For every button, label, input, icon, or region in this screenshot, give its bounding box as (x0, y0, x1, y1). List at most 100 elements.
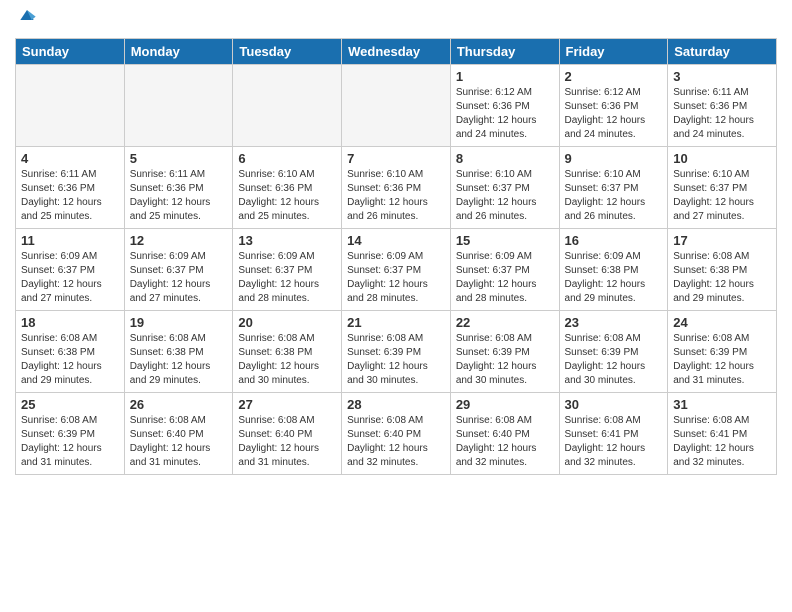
day-info: Sunrise: 6:09 AMSunset: 6:37 PMDaylight:… (456, 250, 554, 306)
day-info: Sunrise: 6:10 AMSunset: 6:37 PMDaylight:… (456, 168, 554, 224)
calendar-cell (124, 65, 233, 147)
day-number: 29 (456, 397, 554, 412)
day-number: 13 (238, 233, 336, 248)
day-number: 1 (456, 69, 554, 84)
calendar-cell: 21 Sunrise: 6:08 AMSunset: 6:39 PMDayligh… (342, 311, 451, 393)
calendar-week-row: 1 Sunrise: 6:12 AMSunset: 6:36 PMDaylight… (16, 65, 777, 147)
calendar-week-row: 4 Sunrise: 6:11 AMSunset: 6:36 PMDaylight… (16, 147, 777, 229)
calendar-weekday: Sunday (16, 39, 125, 65)
calendar-cell: 16 Sunrise: 6:09 AMSunset: 6:38 PMDayligh… (559, 229, 668, 311)
calendar-cell: 5 Sunrise: 6:11 AMSunset: 6:36 PMDaylight… (124, 147, 233, 229)
calendar-cell: 26Sunrise: 6:08 AMSunset: 6:40 PMDayligh… (124, 393, 233, 475)
day-number: 25 (21, 397, 119, 412)
day-number: 6 (238, 151, 336, 166)
calendar-cell: 20 Sunrise: 6:08 AMSunset: 6:38 PMDayligh… (233, 311, 342, 393)
calendar-week-row: 25 Sunrise: 6:08 AMSunset: 6:39 PMDayligh… (16, 393, 777, 475)
day-info: Sunrise: 6:09 AMSunset: 6:37 PMDaylight:… (21, 250, 119, 306)
calendar-cell: 15 Sunrise: 6:09 AMSunset: 6:37 PMDayligh… (450, 229, 559, 311)
day-info: Sunrise: 6:08 AMSunset: 6:40 PMDaylight:… (456, 414, 554, 470)
day-number: 12 (130, 233, 228, 248)
day-number: 18 (21, 315, 119, 330)
day-number: 15 (456, 233, 554, 248)
calendar-weekday: Thursday (450, 39, 559, 65)
calendar-cell: 3 Sunrise: 6:11 AMSunset: 6:36 PMDaylight… (668, 65, 777, 147)
calendar-cell (342, 65, 451, 147)
day-number: 4 (21, 151, 119, 166)
day-info: Sunrise: 6:11 AMSunset: 6:36 PMDaylight:… (21, 168, 119, 224)
day-number: 22 (456, 315, 554, 330)
calendar-cell: 6Sunrise: 6:10 AMSunset: 6:36 PMDaylight… (233, 147, 342, 229)
day-info: Sunrise: 6:09 AMSunset: 6:37 PMDaylight:… (130, 250, 228, 306)
calendar-cell: 25 Sunrise: 6:08 AMSunset: 6:39 PMDayligh… (16, 393, 125, 475)
day-info: Sunrise: 6:08 AMSunset: 6:39 PMDaylight:… (456, 332, 554, 388)
day-info: Sunrise: 6:11 AMSunset: 6:36 PMDaylight:… (130, 168, 228, 224)
calendar-week-row: 11 Sunrise: 6:09 AMSunset: 6:37 PMDayligh… (16, 229, 777, 311)
day-number: 30 (565, 397, 663, 412)
day-number: 10 (673, 151, 771, 166)
day-info: Sunrise: 6:08 AMSunset: 6:38 PMDaylight:… (21, 332, 119, 388)
calendar-cell: 23 Sunrise: 6:08 AMSunset: 6:39 PMDayligh… (559, 311, 668, 393)
calendar-cell: 10 Sunrise: 6:10 AMSunset: 6:37 PMDayligh… (668, 147, 777, 229)
day-number: 14 (347, 233, 445, 248)
day-info: Sunrise: 6:08 AMSunset: 6:40 PMDaylight:… (347, 414, 445, 470)
day-info: Sunrise: 6:08 AMSunset: 6:38 PMDaylight:… (130, 332, 228, 388)
calendar-cell: 8Sunrise: 6:10 AMSunset: 6:37 PMDaylight… (450, 147, 559, 229)
day-number: 5 (130, 151, 228, 166)
day-info: Sunrise: 6:08 AMSunset: 6:38 PMDaylight:… (673, 250, 771, 306)
day-info: Sunrise: 6:10 AMSunset: 6:36 PMDaylight:… (347, 168, 445, 224)
day-number: 3 (673, 69, 771, 84)
calendar-cell (16, 65, 125, 147)
calendar-weekday: Wednesday (342, 39, 451, 65)
calendar-table: SundayMondayTuesdayWednesdayThursdayFrid… (15, 38, 777, 475)
day-number: 21 (347, 315, 445, 330)
calendar-cell: 30Sunrise: 6:08 AMSunset: 6:41 PMDayligh… (559, 393, 668, 475)
day-number: 7 (347, 151, 445, 166)
day-info: Sunrise: 6:08 AMSunset: 6:41 PMDaylight:… (673, 414, 771, 470)
calendar-week-row: 18 Sunrise: 6:08 AMSunset: 6:38 PMDayligh… (16, 311, 777, 393)
calendar-cell: 17Sunrise: 6:08 AMSunset: 6:38 PMDayligh… (668, 229, 777, 311)
calendar-cell: 2 Sunrise: 6:12 AMSunset: 6:36 PMDaylight… (559, 65, 668, 147)
calendar-cell: 14 Sunrise: 6:09 AMSunset: 6:37 PMDayligh… (342, 229, 451, 311)
calendar-cell: 31Sunrise: 6:08 AMSunset: 6:41 PMDayligh… (668, 393, 777, 475)
calendar-cell: 1 Sunrise: 6:12 AMSunset: 6:36 PMDaylight… (450, 65, 559, 147)
day-info: Sunrise: 6:08 AMSunset: 6:39 PMDaylight:… (21, 414, 119, 470)
day-info: Sunrise: 6:08 AMSunset: 6:40 PMDaylight:… (130, 414, 228, 470)
calendar-header-row: SundayMondayTuesdayWednesdayThursdayFrid… (16, 39, 777, 65)
logo-icon (17, 5, 37, 25)
day-info: Sunrise: 6:08 AMSunset: 6:38 PMDaylight:… (238, 332, 336, 388)
calendar-cell: 28 Sunrise: 6:08 AMSunset: 6:40 PMDayligh… (342, 393, 451, 475)
day-number: 28 (347, 397, 445, 412)
day-info: Sunrise: 6:10 AMSunset: 6:37 PMDaylight:… (565, 168, 663, 224)
day-info: Sunrise: 6:08 AMSunset: 6:39 PMDaylight:… (565, 332, 663, 388)
calendar-cell: 18 Sunrise: 6:08 AMSunset: 6:38 PMDayligh… (16, 311, 125, 393)
day-info: Sunrise: 6:09 AMSunset: 6:37 PMDaylight:… (238, 250, 336, 306)
day-number: 16 (565, 233, 663, 248)
calendar-cell: 4 Sunrise: 6:11 AMSunset: 6:36 PMDaylight… (16, 147, 125, 229)
day-info: Sunrise: 6:09 AMSunset: 6:38 PMDaylight:… (565, 250, 663, 306)
calendar-cell: 13 Sunrise: 6:09 AMSunset: 6:37 PMDayligh… (233, 229, 342, 311)
calendar-weekday: Friday (559, 39, 668, 65)
calendar-weekday: Tuesday (233, 39, 342, 65)
day-info: Sunrise: 6:10 AMSunset: 6:37 PMDaylight:… (673, 168, 771, 224)
day-number: 2 (565, 69, 663, 84)
calendar-weekday: Monday (124, 39, 233, 65)
day-number: 27 (238, 397, 336, 412)
calendar-cell: 27 Sunrise: 6:08 AMSunset: 6:40 PMDayligh… (233, 393, 342, 475)
day-info: Sunrise: 6:09 AMSunset: 6:37 PMDaylight:… (347, 250, 445, 306)
calendar-cell: 11 Sunrise: 6:09 AMSunset: 6:37 PMDayligh… (16, 229, 125, 311)
calendar-cell: 22 Sunrise: 6:08 AMSunset: 6:39 PMDayligh… (450, 311, 559, 393)
day-info: Sunrise: 6:12 AMSunset: 6:36 PMDaylight:… (565, 86, 663, 142)
day-info: Sunrise: 6:12 AMSunset: 6:36 PMDaylight:… (456, 86, 554, 142)
calendar-cell: 12 Sunrise: 6:09 AMSunset: 6:37 PMDayligh… (124, 229, 233, 311)
day-number: 23 (565, 315, 663, 330)
header (15, 10, 777, 30)
day-number: 20 (238, 315, 336, 330)
logo (15, 10, 37, 30)
day-number: 11 (21, 233, 119, 248)
day-info: Sunrise: 6:08 AMSunset: 6:39 PMDaylight:… (347, 332, 445, 388)
calendar-cell: 24Sunrise: 6:08 AMSunset: 6:39 PMDayligh… (668, 311, 777, 393)
day-info: Sunrise: 6:08 AMSunset: 6:40 PMDaylight:… (238, 414, 336, 470)
calendar-cell: 19Sunrise: 6:08 AMSunset: 6:38 PMDayligh… (124, 311, 233, 393)
calendar-weekday: Saturday (668, 39, 777, 65)
day-info: Sunrise: 6:11 AMSunset: 6:36 PMDaylight:… (673, 86, 771, 142)
